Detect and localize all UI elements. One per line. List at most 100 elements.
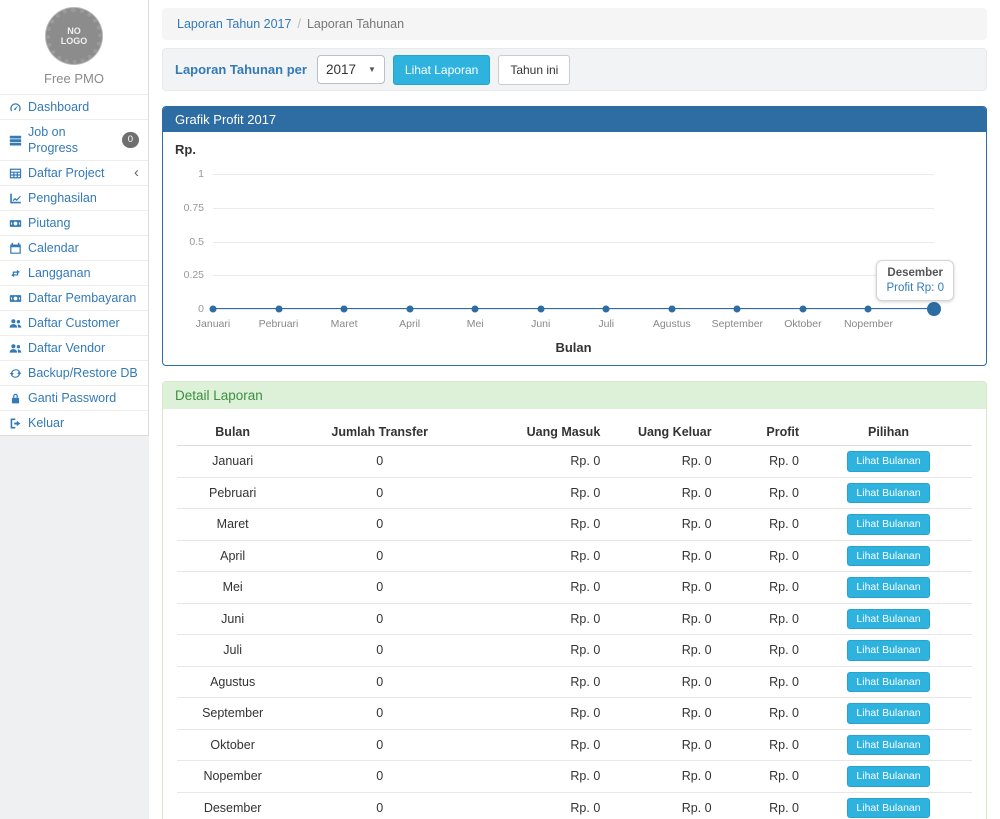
- sidebar-item-keluar[interactable]: Keluar: [0, 410, 148, 435]
- chart-point-juli[interactable]: [603, 306, 610, 313]
- dashboard-icon: [9, 101, 22, 114]
- sidebar-item-label: Daftar Pembayaran: [28, 290, 136, 306]
- sidebar-item-label: Piutang: [28, 215, 70, 231]
- cell-jumlah-transfer: 0: [288, 698, 471, 730]
- cell-uang-masuk: Rp. 0: [471, 603, 606, 635]
- sidebar-item-label: Dashboard: [28, 99, 89, 115]
- cell-profit: Rp. 0: [718, 446, 805, 478]
- sidebar-item-daftar-pembayaran[interactable]: Daftar Pembayaran: [0, 285, 148, 310]
- cell-uang-masuk: Rp. 0: [471, 792, 606, 819]
- users-icon: [9, 317, 22, 330]
- sidebar-item-daftar-project[interactable]: Daftar Project‹: [0, 160, 148, 185]
- column-header-bulan: Bulan: [177, 419, 288, 446]
- cell-pilihan: Lihat Bulanan: [805, 572, 972, 604]
- chart-point-mei[interactable]: [472, 306, 479, 313]
- lihat-bulanan-button-maret[interactable]: Lihat Bulanan: [847, 514, 929, 535]
- chart-point-agustus[interactable]: [668, 306, 675, 313]
- chart-point-april[interactable]: [406, 306, 413, 313]
- chart-point-maret[interactable]: [341, 306, 348, 313]
- chart-point-juni[interactable]: [537, 306, 544, 313]
- lihat-bulanan-button-april[interactable]: Lihat Bulanan: [847, 546, 929, 567]
- lihat-bulanan-button-september[interactable]: Lihat Bulanan: [847, 703, 929, 724]
- sidebar-item-label: Penghasilan: [28, 190, 97, 206]
- chart-x-axis-title: Bulan: [213, 340, 934, 355]
- cell-uang-keluar: Rp. 0: [606, 729, 717, 761]
- sidebar-item-piutang[interactable]: Piutang: [0, 210, 148, 235]
- sidebar-card: NO LOGO Free PMO DashboardJob on Progres…: [0, 0, 149, 436]
- year-select[interactable]: 2017 ▼: [317, 55, 385, 84]
- column-header-uang-keluar: Uang Keluar: [606, 419, 717, 446]
- chart-point-pebruari[interactable]: [275, 306, 282, 313]
- chart-x-tick: Nopember: [844, 318, 893, 330]
- tahun-ini-button[interactable]: Tahun ini: [498, 55, 570, 85]
- sidebar-item-daftar-customer[interactable]: Daftar Customer: [0, 310, 148, 335]
- sidebar-item-job-on-progress[interactable]: Job on Progress0: [0, 119, 148, 160]
- cell-uang-keluar: Rp. 0: [606, 792, 717, 819]
- sidebar-item-label: Daftar Customer: [28, 315, 120, 331]
- refresh-icon: [9, 367, 22, 380]
- lock-icon: [9, 392, 22, 405]
- lihat-bulanan-button-juni[interactable]: Lihat Bulanan: [847, 609, 929, 630]
- lihat-bulanan-button-januari[interactable]: Lihat Bulanan: [847, 451, 929, 472]
- detail-table: BulanJumlah TransferUang MasukUang Kelua…: [177, 419, 972, 819]
- tasks-icon: [9, 134, 22, 147]
- table-row: Agustus0Rp. 0Rp. 0Rp. 0Lihat Bulanan: [177, 666, 972, 698]
- profit-chart-panel: Grafik Profit 2017 Rp. Desember Profit R…: [162, 106, 987, 366]
- cell-uang-keluar: Rp. 0: [606, 572, 717, 604]
- table-row: Desember0Rp. 0Rp. 0Rp. 0Lihat Bulanan: [177, 792, 972, 819]
- chart-x-labels: JanuariPebruariMaretAprilMeiJuniJuliAgus…: [213, 318, 934, 331]
- lihat-bulanan-button-agustus[interactable]: Lihat Bulanan: [847, 672, 929, 693]
- table-icon: [9, 167, 22, 180]
- cell-jumlah-transfer: 0: [288, 540, 471, 572]
- chart-point-oktober[interactable]: [799, 306, 806, 313]
- chart-x-tick: Maret: [331, 318, 358, 330]
- lihat-bulanan-button-mei[interactable]: Lihat Bulanan: [847, 577, 929, 598]
- cell-uang-masuk: Rp. 0: [471, 509, 606, 541]
- cell-uang-masuk: Rp. 0: [471, 477, 606, 509]
- sidebar-item-ganti-password[interactable]: Ganti Password: [0, 385, 148, 410]
- cell-uang-keluar: Rp. 0: [606, 761, 717, 793]
- sidebar-item-daftar-vendor[interactable]: Daftar Vendor: [0, 335, 148, 360]
- sidebar-item-calendar[interactable]: Calendar: [0, 235, 148, 260]
- lihat-bulanan-button-nopember[interactable]: Lihat Bulanan: [847, 766, 929, 787]
- lihat-bulanan-button-oktober[interactable]: Lihat Bulanan: [847, 735, 929, 756]
- year-select-value: 2017: [326, 62, 356, 77]
- breadcrumb-current: Laporan Tahunan: [307, 17, 404, 31]
- cell-pilihan: Lihat Bulanan: [805, 603, 972, 635]
- breadcrumb-link-laporan-tahun[interactable]: Laporan Tahun 2017: [177, 17, 291, 31]
- chart-gridline: 0.5: [213, 242, 934, 243]
- table-row: Mei0Rp. 0Rp. 0Rp. 0Lihat Bulanan: [177, 572, 972, 604]
- lihat-laporan-button[interactable]: Lihat Laporan: [393, 55, 490, 85]
- money-icon: [9, 217, 22, 230]
- cell-jumlah-transfer: 0: [288, 635, 471, 667]
- sidebar-item-dashboard[interactable]: Dashboard: [0, 94, 148, 119]
- chart-y-tick: 0.5: [189, 236, 204, 248]
- sidebar-item-langganan[interactable]: Langganan: [0, 260, 148, 285]
- lihat-bulanan-button-juli[interactable]: Lihat Bulanan: [847, 640, 929, 661]
- detail-table-wrap: BulanJumlah TransferUang MasukUang Kelua…: [163, 409, 986, 819]
- sidebar-item-penghasilan[interactable]: Penghasilan: [0, 185, 148, 210]
- chart-point-september[interactable]: [734, 306, 741, 313]
- sidebar-item-label: Keluar: [28, 415, 64, 431]
- chart-x-tick: April: [399, 318, 420, 330]
- sidebar-item-label: Daftar Vendor: [28, 340, 105, 356]
- sidebar-menu: Dashboard Job on Progress0Daftar Project‹…: [0, 94, 148, 435]
- calendar-icon: [9, 242, 22, 255]
- sidebar: NO LOGO Free PMO DashboardJob on Progres…: [0, 0, 149, 819]
- column-header-uang-masuk: Uang Masuk: [471, 419, 606, 446]
- cell-bulan: Nopember: [177, 761, 288, 793]
- cell-bulan: Januari: [177, 446, 288, 478]
- cell-bulan: Pebruari: [177, 477, 288, 509]
- line-chart-icon: [9, 192, 22, 205]
- chart-point-desember[interactable]: [927, 302, 941, 316]
- cell-jumlah-transfer: 0: [288, 477, 471, 509]
- chart-point-nopember[interactable]: [865, 306, 872, 313]
- cell-uang-keluar: Rp. 0: [606, 666, 717, 698]
- chart-plot-area: Desember Profit Rp: 0 10.750.50.250: [213, 174, 934, 309]
- cell-jumlah-transfer: 0: [288, 446, 471, 478]
- lihat-bulanan-button-pebruari[interactable]: Lihat Bulanan: [847, 483, 929, 504]
- sidebar-item-backup-restore-db[interactable]: Backup/Restore DB: [0, 360, 148, 385]
- chart-point-januari[interactable]: [210, 306, 217, 313]
- cell-profit: Rp. 0: [718, 761, 805, 793]
- lihat-bulanan-button-desember[interactable]: Lihat Bulanan: [847, 798, 929, 819]
